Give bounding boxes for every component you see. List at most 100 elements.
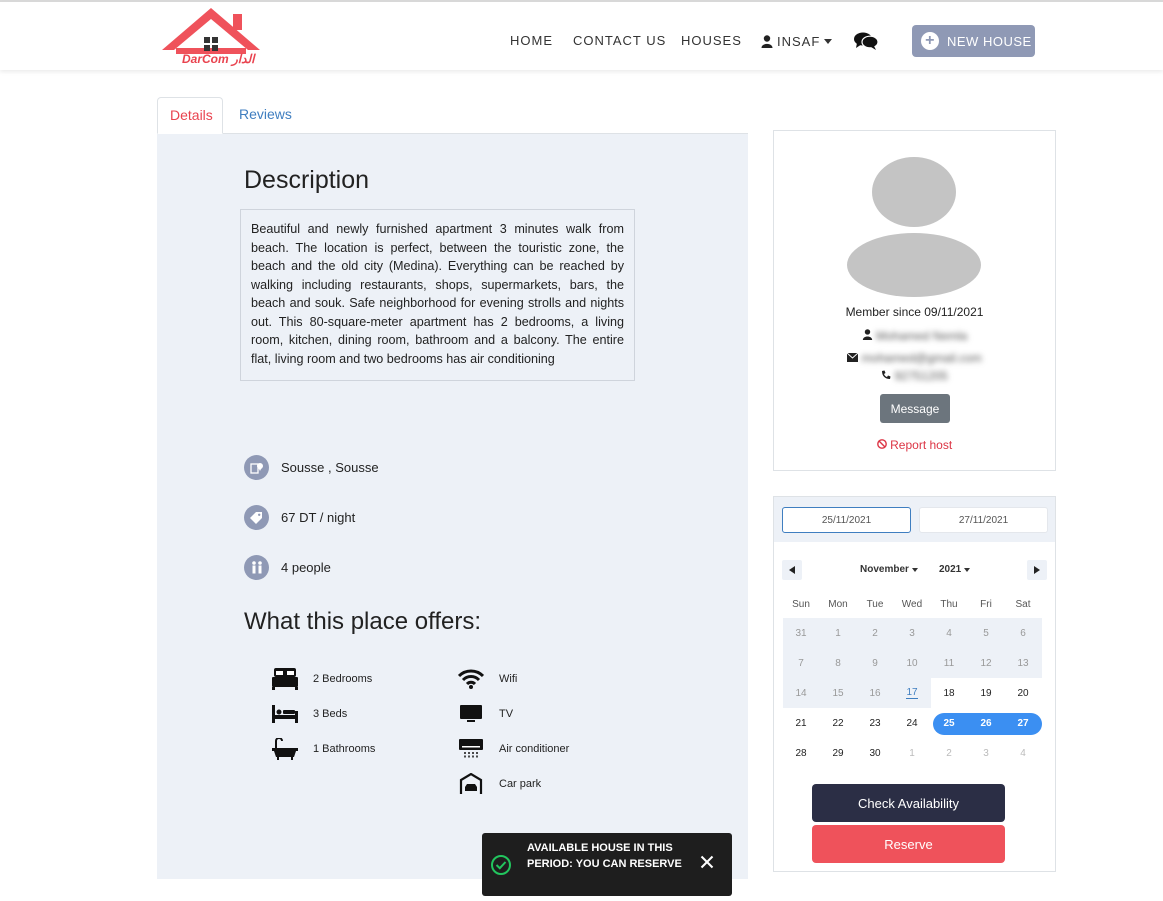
- amenity-air-conditioner: Air conditioner: [457, 737, 569, 761]
- calendar-day[interactable]: 21: [783, 708, 820, 738]
- calendar-day: 2: [856, 618, 894, 648]
- avatar: [847, 157, 981, 297]
- weekday-header: Sun: [792, 599, 810, 610]
- month-select[interactable]: November: [860, 564, 918, 575]
- calendar-day-label: 19: [980, 687, 992, 699]
- capacity-row: 4 people: [244, 555, 331, 580]
- year-label: 2021: [939, 564, 962, 575]
- weekday-header: Wed: [901, 599, 923, 610]
- calendar-day-label: 11: [943, 657, 955, 669]
- calendar-day-label: 6: [1020, 627, 1026, 639]
- host-card: Member since 09/11/2021 Mohamed Nemla mo…: [773, 130, 1056, 471]
- calendar-day-label: 7: [798, 657, 804, 669]
- month-label: November: [860, 564, 909, 575]
- logo[interactable]: DarCom الدار: [160, 6, 262, 72]
- year-select[interactable]: 2021: [939, 564, 971, 575]
- logo-text: DarCom الدار: [182, 52, 255, 66]
- calendar-day: 7: [782, 648, 820, 678]
- tab-reviews[interactable]: Reviews: [227, 97, 304, 134]
- new-house-label: NEW HOUSE: [947, 33, 1032, 49]
- wifi-icon: [457, 667, 485, 691]
- host-email: mohamed@gmail.com: [861, 351, 982, 365]
- calendar-day-label: 2: [946, 747, 952, 759]
- amenity-bedrooms: 2 Bedrooms: [271, 667, 372, 691]
- availability-toast: AVAILABLE HOUSE IN THIS PERIOD: YOU CAN …: [482, 833, 732, 896]
- envelope-icon: [846, 352, 859, 362]
- booking-card: 25/11/2021 27/11/2021 November 2021 Sun M…: [773, 496, 1056, 872]
- host-name-row: Mohamed Nemla: [774, 329, 1055, 343]
- car-park-icon: [457, 772, 485, 796]
- calendar-day: 11: [930, 648, 968, 678]
- calendar-day[interactable]: 25: [931, 708, 968, 738]
- nav-home[interactable]: HOME: [510, 33, 553, 48]
- calendar-day: 8: [819, 648, 857, 678]
- calendar-day: 31: [782, 618, 820, 648]
- offers-title: What this place offers:: [244, 608, 481, 635]
- calendar-day: 1: [894, 738, 931, 768]
- next-month-button[interactable]: [1027, 560, 1047, 580]
- amenity-label: Car park: [499, 778, 542, 790]
- description-title: Description: [244, 166, 370, 194]
- calendar-day-label: 12: [980, 657, 992, 669]
- calendar-day[interactable]: 18: [931, 678, 968, 708]
- toast-message: AVAILABLE HOUSE IN THIS PERIOD: YOU CAN …: [527, 842, 682, 870]
- people-icon: [244, 555, 269, 580]
- tab-details[interactable]: Details: [157, 97, 223, 134]
- new-house-button[interactable]: + NEW HOUSE: [912, 25, 1035, 57]
- start-date-input[interactable]: 25/11/2021: [782, 507, 911, 533]
- calendar-day[interactable]: 24: [894, 708, 931, 738]
- calendar-day-label: 24: [906, 717, 918, 729]
- prev-month-button[interactable]: [782, 560, 802, 580]
- calendar-day-label: 31: [795, 627, 807, 639]
- calendar-day-label: 15: [832, 687, 844, 699]
- user-icon: [761, 35, 773, 48]
- reserve-button[interactable]: Reserve: [812, 825, 1005, 863]
- calendar-day-label: 22: [832, 717, 844, 729]
- calendar-day: 1: [819, 618, 857, 648]
- nav-contact-us[interactable]: CONTACT US: [573, 33, 666, 48]
- calendar-day-label: 23: [869, 717, 881, 729]
- check-availability-button[interactable]: Check Availability: [812, 784, 1005, 822]
- description-text: Beautiful and newly furnished apartment …: [240, 209, 635, 381]
- calendar-day[interactable]: 30: [857, 738, 894, 768]
- calendar-day-label: 1: [835, 627, 841, 639]
- calendar-day-label: 26: [980, 717, 992, 729]
- date-range-bar: 25/11/2021 27/11/2021: [774, 497, 1055, 542]
- calendar-day-label: 20: [1017, 687, 1029, 699]
- calendar-day-label: 16: [869, 687, 881, 699]
- check-circle-icon: [491, 855, 511, 875]
- calendar-day-label: 29: [832, 747, 844, 759]
- calendar-day[interactable]: 23: [857, 708, 894, 738]
- calendar-day[interactable]: 20: [1005, 678, 1042, 708]
- amenity-car-park: Car park: [457, 772, 541, 796]
- message-button[interactable]: Message: [880, 394, 950, 423]
- user-menu[interactable]: INSAF: [761, 34, 833, 49]
- host-name: Mohamed Nemla: [875, 329, 968, 343]
- calendar-day: 3: [968, 738, 1005, 768]
- calendar-day[interactable]: 28: [783, 738, 820, 768]
- host-email-row: mohamed@gmail.com: [774, 351, 1055, 365]
- calendar-day[interactable]: 19: [968, 678, 1005, 708]
- close-icon[interactable]: [700, 855, 714, 869]
- report-host-link[interactable]: Report host: [774, 438, 1055, 452]
- amenity-label: 2 Bedrooms: [313, 673, 373, 685]
- calendar-day[interactable]: 22: [820, 708, 857, 738]
- end-date-input[interactable]: 27/11/2021: [919, 507, 1048, 533]
- member-since: Member since 09/11/2021: [845, 305, 984, 319]
- price-row: 67 DT / night: [244, 505, 355, 530]
- air-conditioner-icon: [457, 737, 485, 761]
- calendar-day[interactable]: 26: [968, 708, 1005, 738]
- nav-houses[interactable]: HOUSES: [681, 33, 742, 48]
- calendar-day-label: 28: [795, 747, 807, 759]
- user-name: INSAF: [777, 34, 821, 49]
- calendar-day[interactable]: 29: [820, 738, 857, 768]
- calendar-day[interactable]: 27: [1005, 708, 1042, 738]
- calendar-day-label: 5: [983, 627, 989, 639]
- chat-icon[interactable]: [854, 32, 879, 55]
- calendar-day-label: 4: [946, 627, 952, 639]
- bed-icon: [271, 702, 299, 726]
- amenity-label: Wifi: [499, 673, 518, 685]
- calendar-day: 16: [856, 678, 894, 708]
- weekday-header: Mon: [828, 599, 848, 610]
- price-text: 67 DT / night: [281, 510, 356, 525]
